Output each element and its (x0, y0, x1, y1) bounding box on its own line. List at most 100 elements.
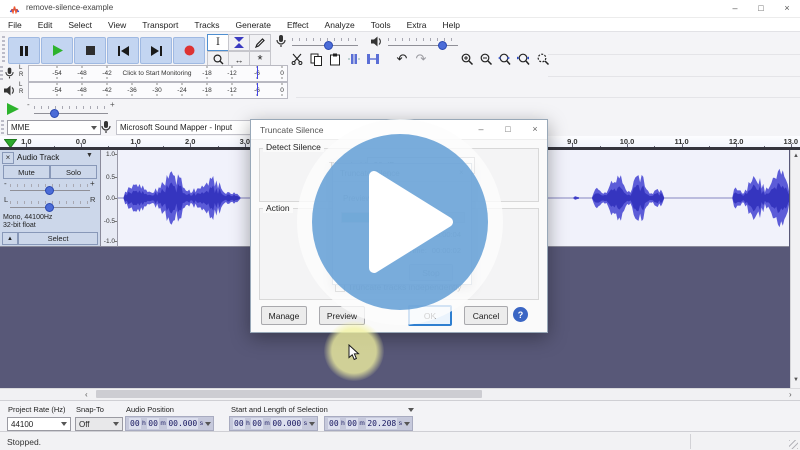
collapse-track-button[interactable]: ▲ (2, 232, 18, 245)
zoom-selection-button[interactable] (496, 50, 514, 68)
play-speed-thumb[interactable] (50, 109, 59, 118)
track-select-button[interactable]: Select (18, 232, 98, 245)
draw-tool-button[interactable] (249, 34, 271, 51)
cut-button[interactable] (288, 50, 306, 68)
menu-generate[interactable]: Generate (228, 20, 279, 30)
time-digit-group[interactable]: 00 (346, 418, 358, 429)
help-button[interactable]: ? (513, 307, 528, 322)
stop-button[interactable] (74, 37, 106, 64)
window-maximize-icon[interactable]: □ (752, 3, 770, 14)
time-digit-group[interactable]: 20.208 (366, 418, 397, 429)
time-field-chevron-icon[interactable] (205, 422, 211, 426)
menu-file[interactable]: File (0, 20, 30, 30)
playback-volume-thumb[interactable] (438, 41, 447, 50)
recording-volume-thumb[interactable] (324, 41, 333, 50)
playback-meter[interactable]: -54-48-42-36-30-24-18-12-60 (28, 82, 288, 99)
solo-button[interactable]: Solo (50, 165, 97, 179)
time-unit-label[interactable]: h (341, 420, 345, 427)
window-close-icon[interactable]: × (778, 3, 796, 14)
video-play-overlay[interactable] (292, 114, 508, 330)
selection-range-combobox[interactable] (404, 404, 417, 415)
time-digit-group[interactable]: 00 (251, 418, 263, 429)
redo-button[interactable]: ↷ (412, 50, 430, 68)
time-digit-group[interactable]: 00 (233, 418, 245, 429)
time-digit-group[interactable]: 00 (147, 418, 159, 429)
selection-start-field[interactable]: 00h00m00.000s (229, 416, 318, 431)
window-minimize-icon[interactable]: – (726, 3, 744, 14)
menu-transport[interactable]: Transport (134, 20, 186, 30)
playback-volume-slider[interactable] (388, 45, 458, 46)
track-title[interactable]: Audio Track (17, 153, 59, 162)
zoom-fit-button[interactable] (515, 50, 533, 68)
menu-tracks[interactable]: Tracks (186, 20, 227, 30)
project-rate-combobox[interactable]: 44100 (7, 417, 71, 431)
vertical-scrollbar[interactable]: ▲ ▼ (790, 150, 800, 388)
track-control-panel[interactable]: × Audio Track ▼ Mute Solo - + L R Mono, … (0, 150, 101, 247)
monitor-hint-text[interactable]: Click to Start Monitoring (123, 70, 192, 77)
dialog-close-icon[interactable]: × (525, 124, 545, 136)
time-unit-label[interactable]: s (399, 420, 402, 427)
skip-to-start-icon (118, 46, 129, 56)
menu-effect[interactable]: Effect (279, 20, 317, 30)
menu-tools[interactable]: Tools (363, 20, 399, 30)
audio-host-combobox[interactable]: MME (7, 120, 101, 135)
mute-button[interactable]: Mute (3, 165, 50, 179)
gain-thumb[interactable] (45, 186, 54, 195)
skip-to-start-button[interactable] (107, 37, 139, 64)
time-digit-group[interactable]: 00.000 (271, 418, 302, 429)
zoom-in-button[interactable] (458, 50, 476, 68)
time-unit-label[interactable]: m (359, 420, 364, 427)
menu-analyze[interactable]: Analyze (317, 20, 363, 30)
time-unit-label[interactable]: m (264, 420, 269, 427)
time-unit-label[interactable]: s (304, 420, 307, 427)
time-digit-group[interactable]: 00 (328, 418, 340, 429)
recording-meter[interactable]: -54-48-42-18-12-60Click to Start Monitor… (28, 65, 288, 82)
pause-button[interactable] (8, 37, 40, 64)
time-digit-group[interactable]: 00.000 (167, 418, 198, 429)
time-field-chevron-icon[interactable] (404, 422, 410, 426)
title-bar[interactable]: remove-silence-example – □ × (0, 0, 800, 18)
time-unit-label[interactable]: m (160, 420, 165, 427)
resize-grip[interactable] (789, 440, 798, 449)
play-button[interactable] (41, 37, 73, 64)
trim-audio-button[interactable] (345, 50, 363, 68)
undo-button[interactable]: ↶ (393, 50, 411, 68)
time-field-chevron-icon[interactable] (309, 422, 315, 426)
snap-to-combobox[interactable]: Off (75, 417, 123, 431)
zoom-out-button[interactable] (477, 50, 495, 68)
menu-extra[interactable]: Extra (399, 20, 435, 30)
menu-help[interactable]: Help (434, 20, 467, 30)
time-unit-label[interactable]: h (142, 420, 146, 427)
scroll-left-icon[interactable]: ‹ (85, 391, 88, 399)
time-unit-label[interactable]: h (246, 420, 250, 427)
selection-length-field[interactable]: 00h00m20.208s (324, 416, 413, 431)
toolbar-grip[interactable] (2, 36, 5, 64)
skip-to-end-button[interactable] (140, 37, 172, 64)
scroll-down-icon[interactable]: ▼ (791, 377, 800, 383)
horizontal-scroll-thumb[interactable] (96, 390, 482, 398)
zoom-toggle-button[interactable] (534, 50, 552, 68)
zoom-out-icon (480, 53, 493, 66)
scroll-right-icon[interactable]: › (789, 391, 792, 399)
play-at-speed-icon[interactable] (6, 103, 19, 115)
pan-thumb[interactable] (45, 203, 54, 212)
selection-tool-button[interactable]: I (207, 34, 229, 51)
track-close-button[interactable]: × (2, 152, 14, 164)
time-unit-label[interactable]: s (200, 420, 203, 427)
record-button[interactable] (173, 37, 205, 64)
play-speed-slider[interactable] (34, 113, 108, 114)
toolbar-grip[interactable] (1, 120, 4, 134)
scroll-up-icon[interactable]: ▲ (791, 153, 800, 159)
toolbar-grip[interactable] (0, 66, 3, 82)
envelope-tool-button[interactable] (228, 34, 250, 51)
menu-edit[interactable]: Edit (30, 20, 61, 30)
menu-view[interactable]: View (100, 20, 134, 30)
copy-button[interactable] (307, 50, 325, 68)
track-menu-chevron-icon[interactable]: ▼ (86, 152, 93, 159)
audio-position-field[interactable]: 00h00m00.000s (125, 416, 214, 431)
paste-button[interactable] (326, 50, 344, 68)
silence-audio-button[interactable] (364, 50, 382, 68)
record-icon (184, 45, 195, 56)
menu-select[interactable]: Select (60, 20, 100, 30)
time-digit-group[interactable]: 00 (129, 418, 141, 429)
